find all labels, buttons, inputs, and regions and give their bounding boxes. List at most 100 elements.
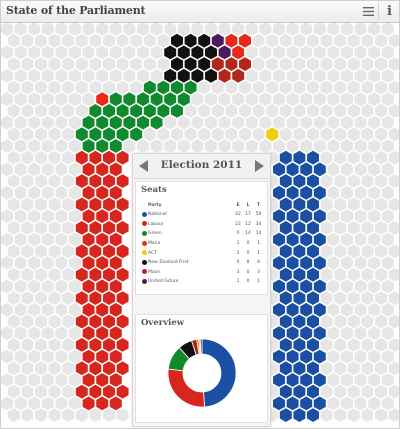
party-seat-hex[interactable] bbox=[184, 33, 197, 48]
party-seat-hex[interactable] bbox=[279, 291, 292, 305]
party-seat-hex[interactable] bbox=[273, 396, 285, 411]
party-seat-hex[interactable] bbox=[82, 232, 95, 247]
party-seat-hex[interactable] bbox=[313, 279, 326, 294]
party-seat-hex[interactable] bbox=[143, 80, 156, 95]
party-seat-hex[interactable] bbox=[103, 150, 115, 165]
party-seat-hex[interactable] bbox=[96, 302, 109, 317]
party-seat-hex[interactable] bbox=[177, 92, 190, 107]
party-seat-hex[interactable] bbox=[239, 57, 251, 71]
party-seat-hex[interactable] bbox=[89, 127, 102, 142]
party-seat-hex[interactable] bbox=[293, 174, 306, 188]
party-seat-hex[interactable] bbox=[307, 174, 319, 188]
party-seat-hex[interactable] bbox=[307, 150, 319, 165]
info-icon[interactable]: i bbox=[380, 2, 399, 20]
party-seat-hex[interactable] bbox=[75, 221, 88, 235]
party-seat-hex[interactable] bbox=[103, 197, 115, 212]
party-seat-hex[interactable] bbox=[96, 326, 109, 341]
party-seat-hex[interactable] bbox=[109, 185, 122, 200]
party-seat-hex[interactable] bbox=[218, 45, 231, 60]
party-seat-hex[interactable] bbox=[82, 373, 95, 387]
party-seat-hex[interactable] bbox=[307, 291, 319, 305]
party-seat-hex[interactable] bbox=[184, 80, 197, 95]
party-seat-hex[interactable] bbox=[109, 326, 122, 341]
party-seat-hex[interactable] bbox=[286, 326, 299, 341]
party-seat-hex[interactable] bbox=[286, 302, 299, 317]
party-seat-hex[interactable] bbox=[75, 384, 88, 399]
party-seat-hex[interactable] bbox=[313, 373, 326, 387]
party-seat-hex[interactable] bbox=[116, 267, 129, 282]
party-seat-hex[interactable] bbox=[293, 361, 306, 376]
party-seat-hex[interactable] bbox=[82, 162, 95, 177]
party-seat-hex[interactable] bbox=[205, 68, 217, 83]
party-seat-hex[interactable] bbox=[103, 244, 115, 259]
party-seat-hex[interactable] bbox=[164, 92, 177, 107]
party-seat-hex[interactable] bbox=[300, 326, 313, 341]
party-seat-hex[interactable] bbox=[103, 221, 115, 235]
party-seat-hex[interactable] bbox=[82, 209, 95, 224]
party-seat-hex[interactable] bbox=[171, 33, 183, 48]
party-seat-hex[interactable] bbox=[109, 279, 122, 294]
party-seat-hex[interactable] bbox=[96, 185, 109, 200]
party-seat-hex[interactable] bbox=[109, 232, 122, 247]
party-seat-hex[interactable] bbox=[116, 174, 129, 188]
party-seat-hex[interactable] bbox=[307, 244, 319, 259]
party-seat-hex[interactable] bbox=[137, 115, 149, 130]
party-seat-hex[interactable] bbox=[293, 314, 306, 329]
party-seat-hex[interactable] bbox=[103, 361, 115, 376]
party-seat-hex[interactable] bbox=[177, 68, 190, 83]
party-seat-hex[interactable] bbox=[89, 291, 102, 305]
hamburger-menu-icon[interactable] bbox=[359, 2, 379, 20]
party-seat-hex[interactable] bbox=[82, 256, 95, 270]
party-seat-hex[interactable] bbox=[300, 396, 313, 411]
party-seat-hex[interactable] bbox=[300, 349, 313, 364]
party-seat-hex[interactable] bbox=[109, 396, 122, 411]
party-seat-hex[interactable] bbox=[164, 68, 177, 83]
party-seat-hex[interactable] bbox=[307, 197, 319, 212]
party-seat-hex[interactable] bbox=[103, 314, 115, 329]
party-seat-hex[interactable] bbox=[109, 349, 122, 364]
party-seat-hex[interactable] bbox=[313, 162, 326, 177]
party-seat-hex[interactable] bbox=[143, 104, 156, 118]
party-seat-hex[interactable] bbox=[150, 115, 163, 130]
party-seat-hex[interactable] bbox=[279, 150, 292, 165]
party-seat-hex[interactable] bbox=[273, 349, 285, 364]
party-seat-hex[interactable] bbox=[293, 291, 306, 305]
party-seat-hex[interactable] bbox=[232, 68, 245, 83]
party-seat-hex[interactable] bbox=[82, 139, 95, 153]
party-seat-hex[interactable] bbox=[116, 291, 129, 305]
party-seat-hex[interactable] bbox=[150, 92, 163, 107]
party-seat-hex[interactable] bbox=[116, 221, 129, 235]
party-seat-hex[interactable] bbox=[273, 256, 285, 270]
party-seat-hex[interactable] bbox=[313, 349, 326, 364]
party-seat-hex[interactable] bbox=[205, 45, 217, 60]
party-seat-hex[interactable] bbox=[300, 209, 313, 224]
donut-slice-united-future[interactable] bbox=[199, 338, 203, 355]
party-seat-hex[interactable] bbox=[184, 57, 197, 71]
party-seat-hex[interactable] bbox=[123, 115, 136, 130]
party-seat-hex[interactable] bbox=[103, 104, 115, 118]
party-seat-hex[interactable] bbox=[109, 162, 122, 177]
party-seat-hex[interactable] bbox=[279, 244, 292, 259]
party-seat-hex[interactable] bbox=[300, 185, 313, 200]
party-seat-hex[interactable] bbox=[96, 256, 109, 270]
party-seat-hex[interactable] bbox=[293, 408, 306, 422]
party-seat-hex[interactable] bbox=[89, 104, 102, 118]
party-seat-hex[interactable] bbox=[89, 150, 102, 165]
party-seat-hex[interactable] bbox=[96, 232, 109, 247]
party-seat-hex[interactable] bbox=[123, 92, 136, 107]
party-seat-hex[interactable] bbox=[279, 174, 292, 188]
party-seat-hex[interactable] bbox=[313, 326, 326, 341]
party-seat-hex[interactable] bbox=[96, 209, 109, 224]
party-seat-hex[interactable] bbox=[293, 244, 306, 259]
party-seat-hex[interactable] bbox=[279, 408, 292, 422]
party-seat-hex[interactable] bbox=[75, 174, 88, 188]
party-seat-hex[interactable] bbox=[96, 115, 109, 130]
party-seat-hex[interactable] bbox=[293, 150, 306, 165]
party-seat-hex[interactable] bbox=[116, 104, 129, 118]
party-seat-hex[interactable] bbox=[116, 244, 129, 259]
party-seat-hex[interactable] bbox=[293, 384, 306, 399]
party-seat-hex[interactable] bbox=[225, 33, 238, 48]
party-seat-hex[interactable] bbox=[116, 197, 129, 212]
party-seat-hex[interactable] bbox=[293, 267, 306, 282]
party-seat-hex[interactable] bbox=[89, 197, 102, 212]
